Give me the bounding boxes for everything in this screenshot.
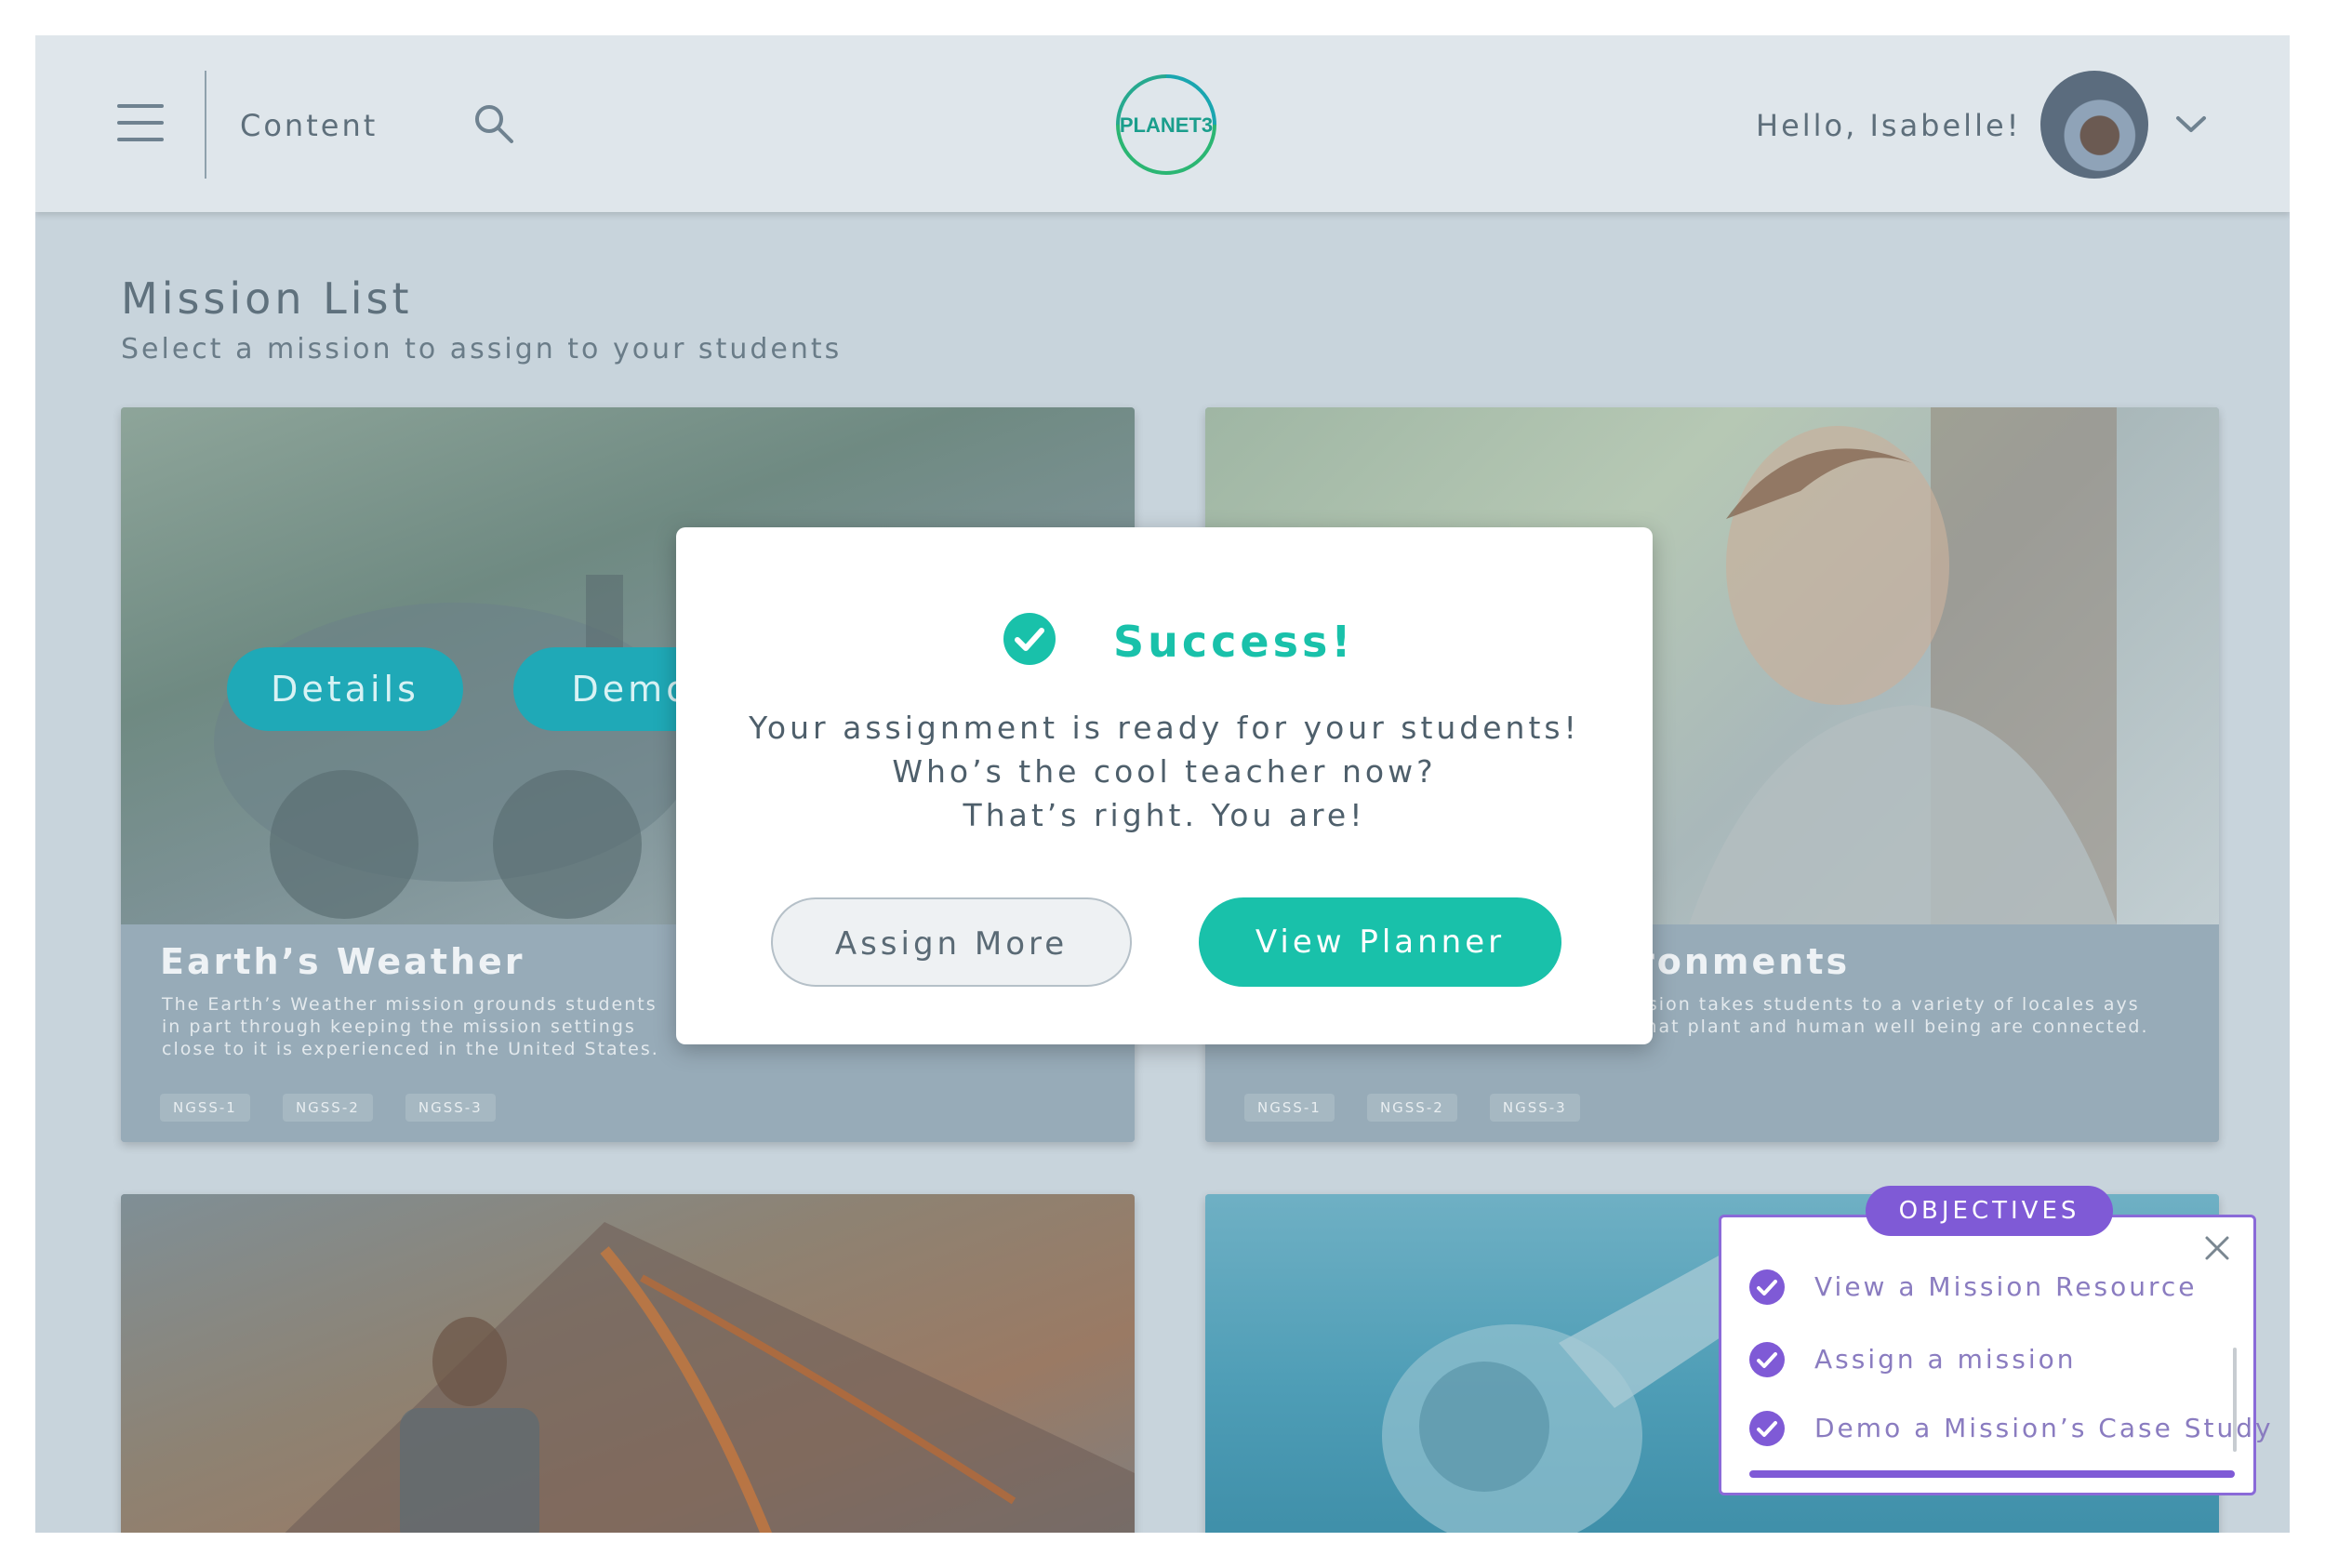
checkmark-icon xyxy=(1749,1269,1785,1305)
volcano-illustration xyxy=(285,1222,1135,1533)
top-header: Content PLANET3 Hello, Isabelle! xyxy=(35,35,2290,212)
tag: NGSS-2 xyxy=(1366,1094,1457,1122)
view-planner-button[interactable]: View Planner xyxy=(1199,897,1561,987)
success-message-line: Your assignment is ready for your studen… xyxy=(749,710,1580,746)
tag: NGSS-1 xyxy=(1244,1094,1335,1122)
success-heading: Success! xyxy=(1113,617,1355,667)
success-heading-row: Success! xyxy=(676,613,1653,678)
success-message-line: Who’s the cool teacher now? xyxy=(892,753,1437,790)
objective-label: View a Mission Resource xyxy=(1814,1271,2198,1302)
chevron-down-icon[interactable] xyxy=(2172,110,2210,138)
tag: NGSS-3 xyxy=(1489,1094,1580,1122)
page-title: Mission List xyxy=(121,273,413,324)
nav-content-link[interactable]: Content xyxy=(240,108,378,143)
success-dialog: Success! Your assignment is ready for yo… xyxy=(676,527,1653,1044)
objective-label: Assign a mission xyxy=(1814,1344,2077,1375)
close-icon[interactable] xyxy=(2203,1234,2231,1262)
objective-label: Demo a Mission’s Case Study xyxy=(1814,1413,2274,1443)
mission-card-volcano[interactable] xyxy=(121,1194,1135,1533)
mission-description: The Earth’s Weather mission grounds stud… xyxy=(162,994,659,1059)
logo-text: PLANET3 xyxy=(1120,113,1213,137)
tag-list: NGSS-1 NGSS-2 NGSS-3 xyxy=(1244,1094,1608,1122)
tag: NGSS-1 xyxy=(160,1094,250,1122)
avatar[interactable] xyxy=(2040,71,2148,179)
menu-icon[interactable] xyxy=(117,104,164,141)
search-icon[interactable] xyxy=(472,102,515,145)
page-subtitle: Select a mission to assign to your stude… xyxy=(121,333,843,365)
objectives-badge: OBJECTIVES xyxy=(1866,1186,2113,1236)
tag: NGSS-3 xyxy=(405,1094,496,1122)
mission-title: Earth’s Weather xyxy=(160,941,525,982)
planet3-logo[interactable]: PLANET3 xyxy=(1112,71,1220,179)
objectives-panel: View a Mission Resource Assign a mission… xyxy=(1719,1215,2271,1495)
checkmark-icon xyxy=(1749,1411,1785,1446)
objectives-progress-bar xyxy=(1749,1470,2235,1478)
checkmark-icon xyxy=(1749,1342,1785,1377)
check-circle-icon xyxy=(1003,613,1056,665)
app-window: Content PLANET3 Hello, Isabelle! Mission… xyxy=(35,35,2290,1533)
mission-title: ronments xyxy=(1637,941,1851,982)
success-message-line: That’s right. You are! xyxy=(963,797,1366,833)
assign-more-button[interactable]: Assign More xyxy=(771,897,1132,987)
mission-description: ssion takes students to a variety of loc… xyxy=(1637,994,2149,1037)
objectives-scrollbar[interactable] xyxy=(2233,1348,2237,1452)
tag-list: NGSS-1 NGSS-2 NGSS-3 xyxy=(160,1094,524,1122)
tag: NGSS-2 xyxy=(282,1094,373,1122)
mission-image xyxy=(121,1194,1135,1533)
details-button[interactable]: Details xyxy=(227,647,463,731)
header-divider xyxy=(205,71,206,179)
greeting-text: Hello, Isabelle! xyxy=(1756,108,2022,143)
